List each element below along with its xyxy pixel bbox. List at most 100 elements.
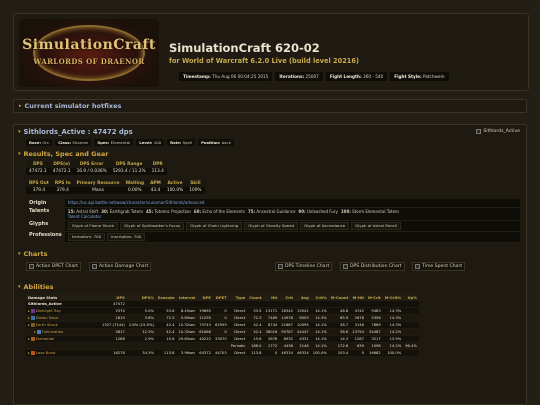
ability-name-link[interactable]: Earth Shock (36, 323, 58, 327)
ability-name-link[interactable]: Lava Burst (36, 351, 56, 355)
hotfixes-toggle[interactable]: ▸ Current simulator hotfixes (19, 102, 521, 110)
ability-cell: 2.9% (126, 335, 156, 343)
expand-arrow-icon[interactable]: ▸ (28, 351, 30, 355)
expand-arrow-icon[interactable]: ▸ (28, 337, 30, 341)
ability-cell: 1598 (365, 342, 383, 350)
ability-cell: 0 (350, 349, 366, 357)
expand-arrow-icon[interactable]: ▸ (28, 323, 30, 327)
hotfixes-panel: ▸ Current simulator hotfixes (13, 99, 527, 113)
ability-cell: 9483 (365, 307, 383, 315)
th-waiting: Waiting (122, 180, 148, 187)
glyph-list: Glyph of Flame Shock Glyph of Spiritwalk… (67, 221, 517, 230)
ability-cell: 65.9 (328, 314, 351, 322)
ability-cell: 33070 (212, 335, 229, 343)
td-dps-e: 47472.1 (49, 168, 74, 175)
talent-calculator-link[interactable]: Talent Calculator (68, 214, 517, 219)
talent-15: 15: Astral Shift (67, 208, 99, 214)
attr-spec: Spec: Elemental (94, 139, 134, 146)
td-dpr: 113.4 (148, 168, 167, 175)
th-skill: Skill (186, 180, 205, 187)
ability-cell: 26342 (279, 307, 295, 315)
talents-label: Talents (29, 208, 50, 214)
ability-name-cell: ▸ Fulmination (26, 328, 100, 336)
ability-row[interactable]: ▸ Lava Burst 16278 34.3% 113.8 3.96sec 64372 44… (26, 349, 419, 357)
ability-row[interactable]: ▸ Fulmination 5817 12.3% 42.4 10.32sec 61666 0 D… (26, 328, 419, 336)
ability-row[interactable]: ▸ Drown Nova 1815 3.8% 72.3 5.69sec 11295 0 Dire… (26, 314, 419, 322)
abilities-title: Abilities (23, 282, 54, 291)
td-rps-out: 379.4 (26, 187, 52, 194)
ability-cell: 7869 (365, 321, 383, 329)
ability-row[interactable]: ▸ Earth Shock 1327 (7144) 2.8% (15.0%) 42.4 1… (26, 321, 419, 329)
action-dpet-chart-button[interactable]: Action DPET Chart (26, 261, 81, 271)
ability-cell: 21867 (279, 321, 295, 329)
attr-role: Role: Spell (167, 139, 196, 146)
td-rps-in: 379.4 (51, 187, 74, 194)
ability-name-link[interactable]: Drown Nova (36, 316, 59, 320)
ability-cell: 10.32sec (176, 328, 198, 336)
expand-arrow-icon[interactable]: ▸ (34, 330, 36, 334)
th-dps-range: DPS Range (109, 161, 149, 168)
player-toggle[interactable]: ▾ Sithlords_Active : 47472 dps (18, 128, 522, 136)
talent-75: 75: Ancestral Guidance (247, 208, 296, 214)
ability-cell: 172.6 (328, 342, 351, 350)
ability-cell: 8744 (263, 321, 280, 329)
ability-cell: 75743 (197, 321, 213, 329)
ability-cell: 3.8% (126, 314, 156, 322)
ability-name-link[interactable]: Fulmination (42, 330, 64, 334)
ability-cell: 4331 (295, 335, 311, 343)
td-primary-resource: Mana (73, 187, 123, 194)
th-dps-error: DPS Error (73, 161, 110, 168)
ability-cell: 1772 (263, 342, 280, 350)
ability-cell (403, 300, 419, 308)
glyph-item: Glyph of Ascendance (300, 221, 350, 230)
chevron-down-icon: ▾ (18, 283, 21, 290)
action-damage-chart-button[interactable]: Action Damage Chart (89, 261, 152, 271)
ability-cell: 14.3% (382, 321, 404, 329)
charts-toggle[interactable]: ▾ Charts (18, 250, 522, 258)
ability-cell: 100.0% (382, 349, 404, 357)
ability-cell: 4436 (279, 342, 295, 350)
abilities-toggle[interactable]: ▾ Abilities (18, 283, 522, 291)
results-title: Results, Spec and Gear (23, 150, 109, 158)
spell-icon (30, 337, 35, 341)
ability-cell: 64372 (197, 349, 213, 357)
ability-cell: 113.8 (247, 349, 264, 357)
ability-cell: 3.96sec (176, 349, 198, 357)
attr-position: Position: back (198, 139, 234, 146)
ability-cell: 4742 (350, 307, 366, 315)
ability-cell (197, 300, 213, 308)
ability-cell: 1815 (100, 314, 127, 322)
dps-timeline-chart-button[interactable]: DPS Timeline Chart (275, 261, 333, 271)
time-spent-chart-button[interactable]: Time Spent Chart (412, 261, 466, 271)
ability-cell: Direct (228, 349, 248, 357)
th-active: Active (163, 180, 187, 187)
ability-cell: 3217 (365, 335, 383, 343)
ability-cell: 14.1% (310, 328, 329, 336)
ability-cell (263, 300, 280, 308)
ability-cell (279, 300, 295, 308)
dps-distribution-chart-button[interactable]: DPS Distribution Chart (340, 261, 405, 271)
chevron-down-icon: ▾ (18, 151, 21, 157)
ability-cell: 14.2% (382, 342, 404, 350)
ability-name-link[interactable]: Darklight Ray (36, 309, 61, 313)
ability-cell: 14.3% (310, 314, 329, 322)
expand-arrow-icon[interactable]: ▸ (28, 316, 30, 320)
abilities-table: Damage Stats DPS DPS% Execute Interval D… (26, 294, 419, 357)
ability-name-link[interactable]: Elemental (36, 337, 55, 341)
ability-cell: 1327 (7144) (100, 321, 127, 329)
ability-cell: 15.6 (155, 335, 177, 343)
ability-row[interactable]: ▸ Elemental 1286 2.9% 15.6 29.65sec 40222 33070… (26, 335, 419, 343)
glyph-item: Glyph of Ghostly Speed (244, 221, 299, 230)
chart-buttons: Action DPET Chart Action Damage Chart DP… (18, 261, 522, 274)
ability-cell: 14.3% (382, 314, 404, 322)
origin-link[interactable]: https://us.api.battle.net/wow/character/… (68, 200, 205, 205)
ability-cell (403, 328, 419, 336)
ability-cell: 2374 (100, 307, 127, 315)
ability-cell: 34487 (365, 328, 383, 336)
expand-arrow-icon[interactable]: ▸ (28, 309, 30, 313)
ability-cell (382, 300, 404, 308)
ability-row[interactable]: Periodic 188.0 1772 4436 2146 14.1% 172.6 639 15… (26, 342, 419, 350)
results-toggle[interactable]: ▾ Results, Spec and Gear (18, 150, 522, 158)
ability-row[interactable]: ▸ Darklight Ray 2374 5.0% 53.6 8.45sec 19665 0 D… (26, 307, 419, 315)
talent-60: 60: Echo of the Elements (193, 208, 245, 214)
